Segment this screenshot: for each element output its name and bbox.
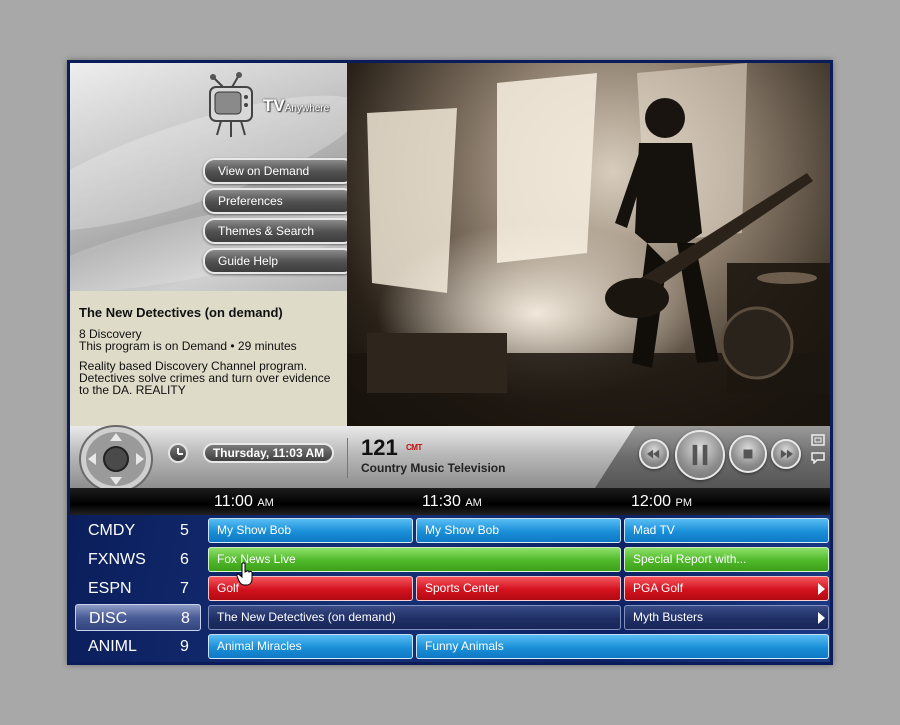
channel-cell[interactable]: CMDY 5 <box>75 517 201 544</box>
stop-button[interactable] <box>729 435 767 473</box>
themes-search-button[interactable]: Themes & Search <box>203 218 347 244</box>
guide-row-cmdy: CMDY 5 My Show Bob My Show Bob Mad TV <box>70 516 830 545</box>
channel-cell[interactable]: ANIML 9 <box>75 633 201 660</box>
program-cell-continues[interactable]: PGA Golf <box>624 576 829 601</box>
view-on-demand-button[interactable]: View on Demand <box>203 158 347 184</box>
program-guide: CMDY 5 My Show Bob My Show Bob Mad TV FXN… <box>70 515 830 662</box>
guide-help-button[interactable]: Guide Help <box>203 248 347 274</box>
time-slot-2: 11:30 AM <box>422 493 482 510</box>
stop-icon <box>743 449 753 459</box>
program-status: This program is on Demand • 29 minutes <box>79 339 297 353</box>
guide-row-espn: ESPN 7 Golf Sports Center PGA Golf <box>70 574 830 603</box>
brand-logo-text: TVAnywhere <box>263 96 330 115</box>
preferences-button[interactable]: Preferences <box>203 188 347 214</box>
time-slot-1: 11:00 AM <box>214 493 274 510</box>
channel-cell[interactable]: FXNWS 6 <box>75 546 201 573</box>
dpad-icon[interactable] <box>78 425 154 493</box>
chat-icon[interactable] <box>811 452 825 464</box>
guide-time-header: 11:00 AM 11:30 AM 12:00 PM <box>70 488 830 515</box>
video-player[interactable] <box>347 63 830 426</box>
program-cell[interactable]: Animal Miracles <box>208 634 413 659</box>
guide-row-animl: ANIML 9 Animal Miracles Funny Animals <box>70 632 830 661</box>
continues-arrow-icon <box>818 612 825 624</box>
guide-row-disc: DISC 8 The New Detectives (on demand) Myt… <box>70 603 830 632</box>
program-cell-continues[interactable]: Myth Busters <box>624 605 829 630</box>
control-bar: Thursday, 11:03 AM 121 CMT Country Music… <box>70 425 830 493</box>
time-slot-3: 12:00 PM <box>631 493 692 510</box>
pause-button[interactable] <box>675 430 725 480</box>
channel-cell-selected[interactable]: DISC 8 <box>75 604 201 631</box>
guide-row-fxnws: FXNWS 6 Fox News Live Special Report with… <box>70 545 830 574</box>
program-cell[interactable]: Funny Animals <box>416 634 829 659</box>
channel-cell[interactable]: ESPN 7 <box>75 575 201 602</box>
concert-video-frame <box>347 63 830 426</box>
program-cell[interactable]: Special Report with... <box>624 547 829 572</box>
continues-arrow-icon <box>818 583 825 595</box>
current-channel-number: 121 <box>361 435 398 460</box>
rewind-button[interactable] <box>639 439 669 469</box>
program-info-panel: The New Detectives (on demand) 8 Discove… <box>70 291 347 426</box>
tv-anywhere-window: TVAnywhere View on Demand Preferences Th… <box>67 60 833 665</box>
program-cell[interactable]: The New Detectives (on demand) <box>208 605 621 630</box>
program-cell[interactable]: Mad TV <box>624 518 829 543</box>
current-channel-name: Country Music Television <box>361 461 506 475</box>
program-description: Reality based Discovery Channel program.… <box>79 359 331 397</box>
menu-panel: TVAnywhere View on Demand Preferences Th… <box>70 63 347 291</box>
rewind-icon <box>647 449 660 459</box>
clock-icon[interactable] <box>168 443 188 463</box>
cmt-logo: CMT <box>406 443 422 452</box>
hand-cursor-icon <box>236 562 253 586</box>
datetime-display: Thursday, 11:03 AM <box>203 443 334 463</box>
program-cell[interactable]: My Show Bob <box>416 518 621 543</box>
program-cell[interactable]: Fox News Live <box>208 547 621 572</box>
fullscreen-icon[interactable] <box>811 434 825 446</box>
program-cell[interactable]: My Show Bob <box>208 518 413 543</box>
pause-icon <box>692 444 708 466</box>
fast-forward-icon <box>780 449 793 459</box>
divider <box>347 438 348 478</box>
program-title: The New Detectives (on demand) <box>79 305 283 320</box>
fast-forward-button[interactable] <box>771 439 801 469</box>
program-cell[interactable]: Sports Center <box>416 576 621 601</box>
